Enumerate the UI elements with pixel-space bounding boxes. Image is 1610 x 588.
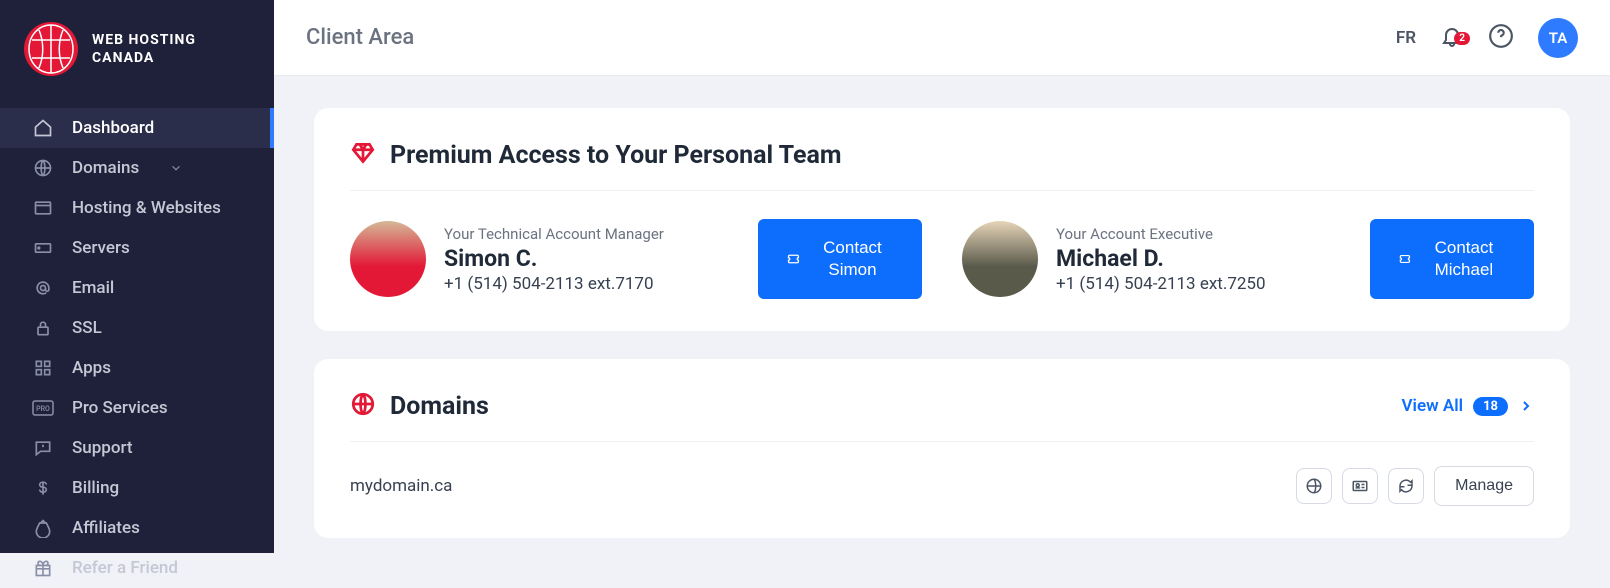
sidebar-item-pro-services[interactable]: PRO Pro Services [0,388,274,428]
sidebar-item-dashboard[interactable]: Dashboard [0,108,274,148]
domain-id-action[interactable] [1342,468,1378,504]
sidebar-item-affiliates[interactable]: Affiliates [0,508,274,548]
refresh-icon [1397,477,1415,495]
sidebar-item-refer[interactable]: Refer a Friend [0,548,274,588]
globe-icon [32,157,54,179]
globe-icon [350,391,376,421]
chat-help-icon [32,437,54,459]
gift-icon [32,557,54,579]
sidebar-item-label: Hosting & Websites [72,198,221,218]
notification-badge: 2 [1454,32,1470,45]
logo-text: WEB HOSTING CANADA [92,31,196,67]
globe-icon [1305,477,1323,495]
sidebar-item-billing[interactable]: Billing [0,468,274,508]
grid-icon [32,357,54,379]
pro-badge-icon: PRO [32,397,54,419]
sidebar-item-label: Refer a Friend [72,558,178,578]
contact-simon-button[interactable]: Contact Simon [758,219,922,299]
sidebar-item-label: Domains [72,158,139,178]
help-circle-icon [1488,23,1514,49]
sidebar-item-hosting[interactable]: Hosting & Websites [0,188,274,228]
member-role: Your Account Executive [1056,225,1352,243]
domain-refresh-action[interactable] [1388,468,1424,504]
sidebar-item-label: SSL [72,318,102,338]
sidebar-item-label: Dashboard [72,118,154,138]
topbar: Client Area FR 2 TA [274,0,1610,76]
sidebar-item-domains[interactable]: Domains [0,148,274,188]
page-title: Client Area [306,25,414,50]
manage-button[interactable]: Manage [1434,466,1534,506]
chevron-right-icon [1518,398,1534,414]
notifications-button[interactable]: 2 [1440,24,1464,52]
sidebar-item-label: Billing [72,478,119,498]
premium-title: Premium Access to Your Personal Team [390,141,842,170]
sidebar-item-email[interactable]: Email [0,268,274,308]
lock-icon [32,317,54,339]
member-name: Michael D. [1056,245,1352,272]
member-role: Your Technical Account Manager [444,225,740,243]
contact-michael-button[interactable]: Contact Michael [1370,219,1534,299]
member-avatar [962,221,1038,297]
chevron-down-icon [165,157,187,179]
sidebar-item-label: Servers [72,238,130,258]
logo-area[interactable]: WEB HOSTING CANADA [0,0,274,98]
logo-icon [24,22,78,76]
domains-card: Domains View All 18 mydomain.ca Manage [314,359,1570,538]
team-member: Your Account Executive Michael D. +1 (51… [962,219,1534,299]
sidebar-item-label: Pro Services [72,398,168,418]
nav: Dashboard Domains Hosting & Websites Ser… [0,108,274,588]
domain-row: mydomain.ca Manage [350,442,1534,506]
member-name: Simon C. [444,245,740,272]
domains-count-badge: 18 [1473,397,1508,416]
server-icon [32,237,54,259]
id-card-icon [1351,477,1369,495]
diamond-icon [350,140,376,170]
help-button[interactable] [1488,23,1514,53]
member-phone: +1 (514) 504-2113 ext.7250 [1056,274,1352,294]
home-icon [32,117,54,139]
at-icon [32,277,54,299]
sidebar-item-label: Support [72,438,133,458]
user-avatar[interactable]: TA [1538,18,1578,58]
svg-text:PRO: PRO [36,405,50,413]
dollar-icon [32,477,54,499]
sidebar-item-support[interactable]: Support [0,428,274,468]
domains-title: Domains [390,392,489,421]
sidebar-item-label: Affiliates [72,518,140,538]
domain-name: mydomain.ca [350,476,452,496]
money-bag-icon [32,517,54,539]
team-member: Your Technical Account Manager Simon C. … [350,219,922,299]
member-avatar [350,221,426,297]
sidebar: WEB HOSTING CANADA Dashboard Domains Hos… [0,0,274,553]
ticket-icon [786,249,801,269]
language-switch[interactable]: FR [1396,28,1416,48]
domain-globe-action[interactable] [1296,468,1332,504]
member-phone: +1 (514) 504-2113 ext.7170 [444,274,740,294]
sidebar-item-label: Apps [72,358,111,378]
sidebar-item-apps[interactable]: Apps [0,348,274,388]
sidebar-item-label: Email [72,278,114,298]
premium-team-card: Premium Access to Your Personal Team You… [314,108,1570,331]
content: Premium Access to Your Personal Team You… [274,76,1610,553]
sidebar-item-ssl[interactable]: SSL [0,308,274,348]
sidebar-item-servers[interactable]: Servers [0,228,274,268]
view-all-link[interactable]: View All 18 [1402,396,1534,416]
window-icon [32,197,54,219]
ticket-icon [1398,249,1412,269]
main: Client Area FR 2 TA Premium Access to Yo… [274,0,1610,553]
